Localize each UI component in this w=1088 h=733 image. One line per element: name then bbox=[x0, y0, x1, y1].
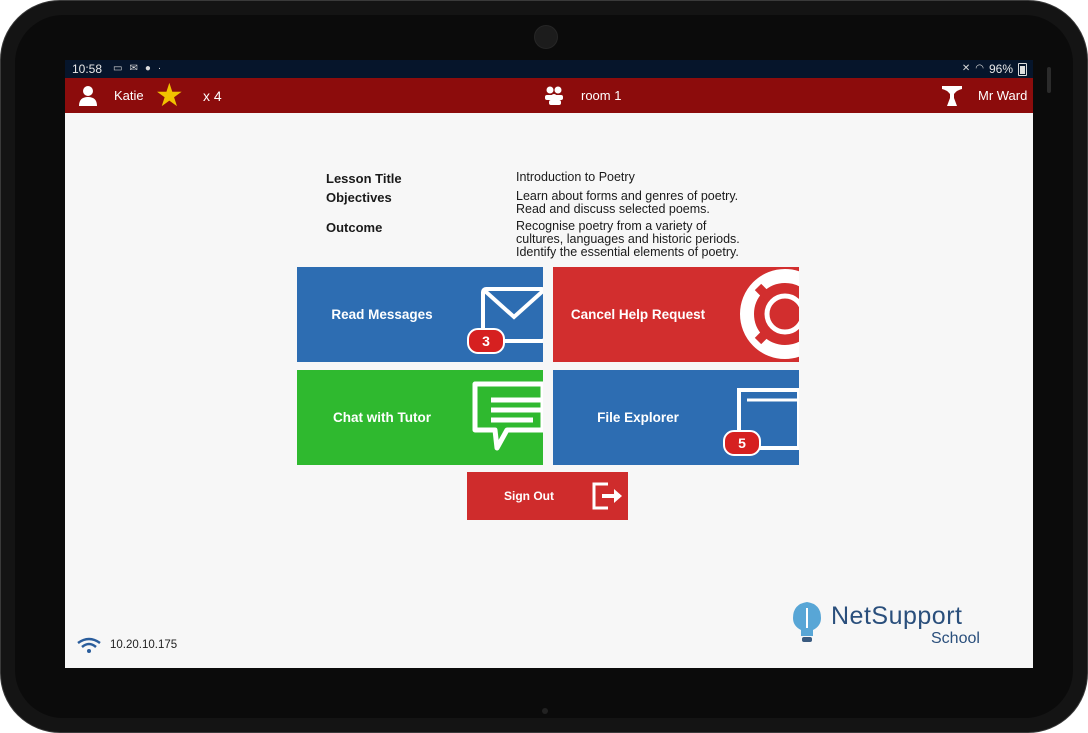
app-header: Katie ★ x 4 room 1 Mr Ward bbox=[65, 78, 1033, 113]
battery-percent: 96% bbox=[988, 62, 1013, 76]
cancel-help-request-button[interactable]: Cancel Help Request bbox=[553, 267, 799, 362]
mail-icon: ✉ bbox=[129, 63, 138, 74]
side-button bbox=[1047, 67, 1051, 93]
chat-with-tutor-button[interactable]: Chat with Tutor bbox=[297, 370, 543, 465]
logo-subtext: School bbox=[931, 630, 980, 647]
lesson-title-value: Introduction to Poetry bbox=[516, 170, 635, 184]
outcome-value: Recognise poetry from a variety of cultu… bbox=[516, 220, 806, 259]
objectives-value: Learn about forms and genres of poetry. … bbox=[516, 190, 806, 220]
lightbulb-icon bbox=[793, 602, 821, 642]
file-explorer-label: File Explorer bbox=[597, 410, 679, 425]
battery-icon bbox=[1018, 62, 1027, 76]
system-icons: ✕ ◠ 96% bbox=[962, 62, 1027, 76]
objectives-label: Objectives bbox=[326, 190, 392, 205]
outcome-line: Identify the essential elements of poetr… bbox=[516, 245, 739, 259]
lifebuoy-icon bbox=[740, 269, 799, 359]
exit-icon bbox=[592, 482, 622, 510]
logo-text: NetSupport bbox=[831, 602, 963, 630]
camera-icon bbox=[534, 25, 558, 49]
message-icon: ▭ bbox=[113, 63, 123, 74]
wifi-status-icon: ◠ bbox=[975, 63, 984, 74]
message-count-badge: 3 bbox=[467, 328, 505, 354]
tutor-name: Mr Ward bbox=[978, 88, 1028, 103]
objectives-line: Read and discuss selected poems. bbox=[516, 202, 710, 216]
star-icon: ★ bbox=[155, 77, 184, 113]
ip-address: 10.20.10.175 bbox=[110, 639, 178, 651]
read-messages-label: Read Messages bbox=[331, 307, 433, 322]
android-status-bar: 10:58 ▭ ✉ ● · ✕ ◠ 96% bbox=[65, 60, 1033, 78]
group-icon bbox=[542, 78, 568, 113]
wifi-icon bbox=[77, 637, 101, 653]
person-icon: ● bbox=[144, 63, 151, 74]
outcome-label: Outcome bbox=[326, 220, 383, 235]
file-explorer-button[interactable]: File Explorer 5 bbox=[553, 370, 799, 465]
cancel-help-label: Cancel Help Request bbox=[570, 307, 706, 322]
status-time: 10:58 bbox=[72, 62, 103, 76]
user-icon bbox=[78, 78, 98, 113]
mute-icon: ✕ bbox=[961, 63, 971, 74]
lesson-info: Lesson Title Introduction to Poetry Obje… bbox=[326, 171, 806, 259]
notification-icons: ▭ ✉ ● · bbox=[113, 63, 161, 75]
dot-icon: · bbox=[157, 63, 162, 74]
app-screen: 10:58 ▭ ✉ ● · ✕ ◠ 96% Katie ★ x 4 room 1… bbox=[65, 60, 1033, 668]
file-count-badge: 5 bbox=[723, 430, 761, 456]
netsupport-logo: NetSupport School bbox=[789, 598, 1019, 648]
home-indicator bbox=[542, 708, 548, 714]
sign-out-button[interactable]: Sign Out bbox=[467, 472, 628, 520]
lesson-title-label: Lesson Title bbox=[326, 171, 402, 186]
connection-info: 10.20.10.175 bbox=[77, 637, 177, 653]
student-name: Katie bbox=[114, 88, 144, 103]
read-messages-button[interactable]: Read Messages 3 bbox=[297, 267, 543, 362]
star-count: x 4 bbox=[203, 87, 222, 104]
chat-bubble-icon bbox=[472, 381, 543, 451]
room-name: room 1 bbox=[581, 88, 622, 103]
sign-out-label: Sign Out bbox=[504, 489, 554, 503]
tutor-icon bbox=[941, 78, 963, 113]
chat-tutor-label: Chat with Tutor bbox=[333, 410, 431, 425]
